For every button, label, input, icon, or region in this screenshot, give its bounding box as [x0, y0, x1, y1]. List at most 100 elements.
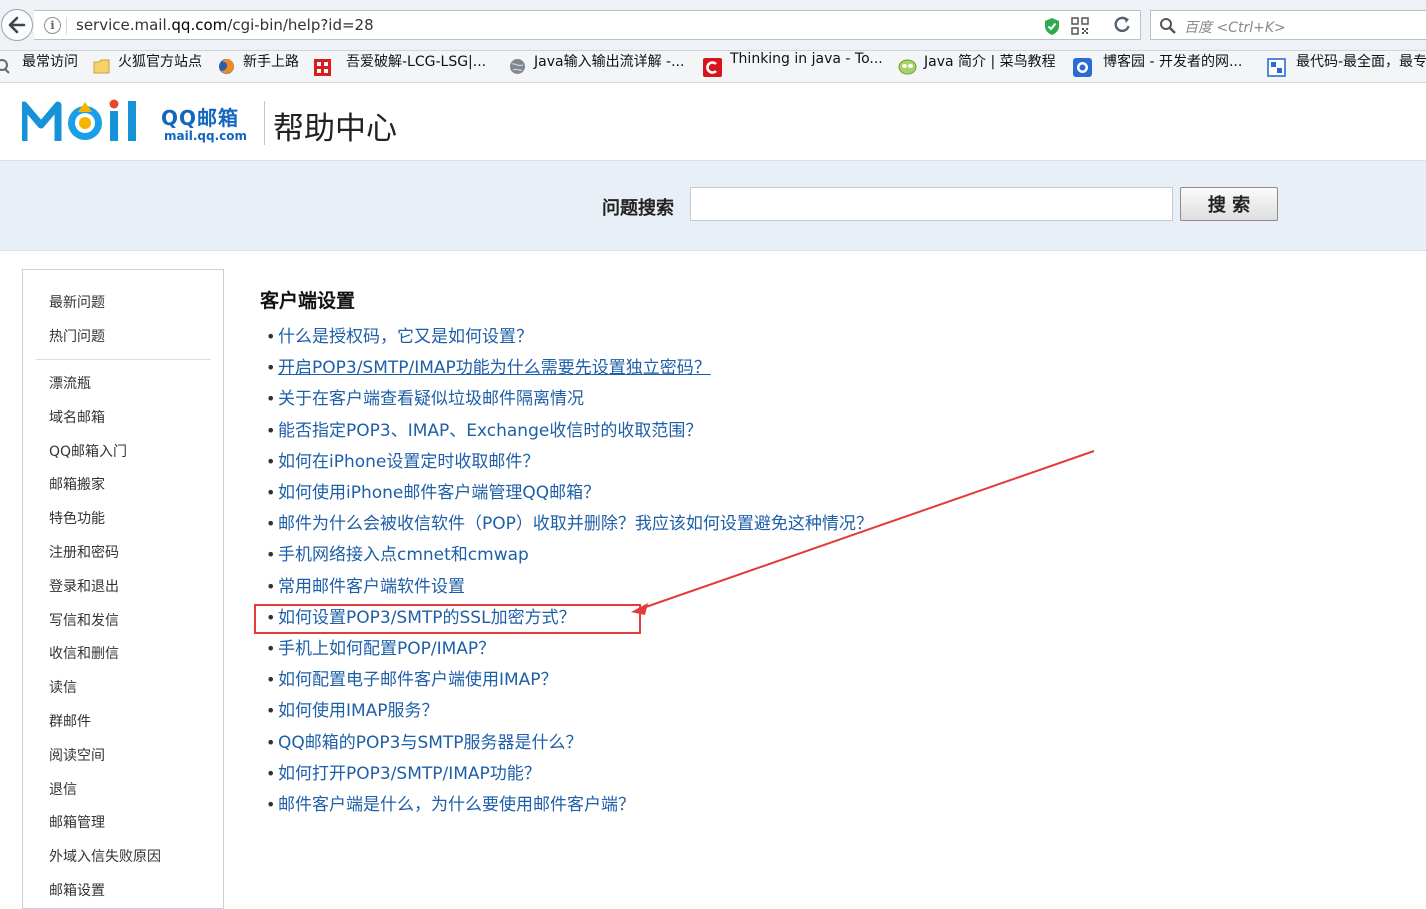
question-link[interactable]: 什么是授权码，它又是如何设置？ — [278, 327, 533, 347]
question-link[interactable]: QQ邮箱的POP3与SMTP服务器是什么？ — [278, 733, 583, 753]
globe-icon — [509, 58, 526, 75]
address-bar[interactable]: i service.mail.qq.com/cgi-bin/help?id=28 — [34, 10, 1141, 40]
bullet: • — [266, 701, 276, 721]
question-link[interactable]: 邮件客户端是什么，为什么要使用邮件客户端？ — [278, 795, 635, 815]
sidebar-item[interactable]: 热门问题 — [49, 326, 105, 346]
question-item: • 邮件客户端是什么，为什么要使用邮件客户端？ — [266, 790, 635, 820]
question-search-input[interactable] — [690, 187, 1173, 221]
question-item: • 常用邮件客户端软件设置 — [266, 572, 465, 602]
zuidaima-icon — [1267, 58, 1286, 77]
bookmark-item[interactable]: Java输入输出流详解 -... — [534, 51, 684, 82]
bullet: • — [266, 483, 276, 502]
bookmark-item[interactable]: Thinking in java - To... — [730, 51, 883, 82]
url-separator — [66, 17, 67, 35]
question-link[interactable]: 如何在iPhone设置定时收取邮件？ — [278, 452, 539, 472]
highlight-box — [254, 604, 641, 634]
search-button[interactable]: 搜 索 — [1180, 187, 1278, 221]
bookmark-item[interactable]: 最代码-最全面，最专 — [1296, 51, 1426, 82]
question-item: • 如何使用IMAP服务？ — [266, 696, 439, 726]
page-title: 帮助中心 — [273, 111, 397, 147]
browser-toolbar: i service.mail.qq.com/cgi-bin/help?id=28… — [0, 0, 1426, 51]
info-icon[interactable]: i — [44, 17, 61, 34]
bullet: • — [266, 576, 276, 596]
bullet: • — [266, 389, 276, 409]
question-link[interactable]: 能否指定POP3、IMAP、Exchange收信时的收取范围？ — [278, 421, 702, 441]
section-title: 客户端设置 — [260, 290, 356, 312]
question-item: • 手机上如何配置POP/IMAP？ — [266, 634, 495, 664]
question-item: • 如何配置电子邮件客户端使用IMAP？ — [266, 665, 558, 695]
bookmarks-toolbar: 最常访问 火狐官方站点 新手上路 吾爱破解-LCG-LSG|... Java输入… — [0, 51, 1426, 83]
back-button[interactable] — [1, 9, 33, 41]
question-item: • 如何使用iPhone邮件客户端管理QQ邮箱？ — [266, 478, 600, 508]
header-divider — [264, 101, 265, 145]
logo-text: QQ邮箱 — [161, 106, 240, 130]
question-item: • 开启POP3/SMTP/IMAP功能为什么需要先设置独立密码？ — [266, 353, 711, 383]
sidebar-item[interactable]: 漂流瓶 — [49, 373, 91, 393]
bullet: • — [266, 670, 276, 690]
sidebar: 最新问题热门问题漂流瓶域名邮箱 QQ邮箱入门 邮箱搬家特色功能注册和密码登录和退出写… — [22, 269, 224, 909]
bookmark-item[interactable]: 火狐官方站点 — [118, 51, 202, 82]
sidebar-item[interactable]: 注册和密码 — [49, 542, 119, 562]
search-icon — [1160, 18, 1176, 34]
reload-icon[interactable] — [1112, 15, 1132, 35]
sidebar-item[interactable]: 登录和退出 — [49, 576, 119, 596]
sidebar-item[interactable]: 读信 — [49, 677, 77, 697]
sidebar-item[interactable]: 邮箱设置 — [49, 880, 105, 900]
runoob-icon — [898, 58, 917, 75]
browser-search-box[interactable]: 百度 <Ctrl+K> — [1150, 10, 1426, 40]
question-link[interactable]: 如何使用IMAP服务？ — [278, 701, 439, 721]
cnblogs-icon — [1073, 58, 1092, 77]
question-item: • 能否指定POP3、IMAP、Exchange收信时的收取范围？ — [266, 416, 702, 446]
question-link[interactable]: 关于在客户端查看疑似垃圾邮件隔离情况 — [278, 389, 584, 409]
qr-code-icon[interactable] — [1071, 17, 1089, 35]
bullet: • — [266, 545, 276, 565]
question-link[interactable]: 邮件为什么会被收信软件（POP）收取并删除？我应该如何设置避免这种情况？ — [278, 514, 873, 534]
bullet: • — [266, 451, 276, 471]
bookmark-item[interactable]: Java 简介 | 菜鸟教程 — [924, 51, 1056, 82]
sidebar-item[interactable]: 阅读空间 — [49, 745, 105, 765]
question-item: • QQ邮箱的POP3与SMTP服务器是什么？ — [266, 728, 583, 758]
mail-logo-icon[interactable] — [22, 99, 156, 144]
question-link[interactable]: 如何使用iPhone邮件客户端管理QQ邮箱？ — [278, 483, 600, 503]
question-item: • 邮件为什么会被收信软件（POP）收取并删除？我应该如何设置避免这种情况？ — [266, 509, 873, 539]
search-band: 问题搜索 搜 索 — [0, 160, 1426, 251]
bookmark-item[interactable]: 博客园 - 开发者的网... — [1103, 51, 1242, 82]
question-link[interactable]: 如何配置电子邮件客户端使用IMAP？ — [278, 670, 558, 690]
question-item: • 手机网络接入点cmnet和cmwap — [266, 540, 529, 570]
sidebar-item[interactable]: 退信 — [49, 779, 77, 799]
back-arrow-icon — [8, 16, 26, 34]
shield-icon[interactable] — [1043, 17, 1061, 36]
question-link[interactable]: 常用邮件客户端软件设置 — [278, 577, 465, 597]
question-item: • 如何打开POP3/SMTP/IMAP功能？ — [266, 759, 541, 789]
sidebar-item[interactable]: 域名邮箱 — [49, 407, 105, 427]
most-visited-icon — [0, 58, 11, 75]
sidebar-item[interactable]: 写信和发信 — [49, 610, 119, 630]
sidebar-item[interactable]: 最新问题 — [49, 292, 105, 312]
csdn-icon — [703, 58, 722, 77]
sidebar-item[interactable]: 外域入信失败原因 — [49, 846, 161, 866]
sidebar-item[interactable]: 群邮件 — [49, 711, 91, 731]
sidebar-item[interactable]: 邮箱搬家 — [49, 474, 105, 494]
page-header: QQ邮箱 mail.qq.com 帮助中心 — [0, 83, 1426, 160]
bullet: • — [266, 420, 276, 440]
question-item: • 如何在iPhone设置定时收取邮件？ — [266, 447, 539, 477]
firefox-icon — [218, 58, 235, 75]
question-link[interactable]: 开启POP3/SMTP/IMAP功能为什么需要先设置独立密码？ — [278, 358, 711, 378]
bullet: • — [266, 639, 276, 658]
question-item: • 什么是授权码，它又是如何设置？ — [266, 322, 533, 352]
question-link[interactable]: 手机上如何配置POP/IMAP？ — [278, 639, 495, 659]
question-link[interactable]: 手机网络接入点cmnet和cmwap — [278, 545, 529, 565]
question-link[interactable]: 如何打开POP3/SMTP/IMAP功能？ — [278, 764, 541, 784]
site-icon — [313, 58, 331, 76]
bookmark-item[interactable]: 最常访问 — [22, 51, 78, 82]
browser-search-placeholder: 百度 <Ctrl+K> — [1184, 20, 1286, 36]
url-text[interactable]: service.mail.qq.com/cgi-bin/help?id=28 — [76, 16, 374, 34]
sidebar-item[interactable]: 收信和删信 — [49, 643, 119, 663]
bullet: • — [266, 514, 276, 534]
sidebar-item[interactable]: QQ邮箱入门 — [49, 441, 127, 461]
bookmark-item[interactable]: 新手上路 — [243, 51, 299, 82]
sidebar-item[interactable]: 特色功能 — [49, 508, 105, 528]
sidebar-item[interactable]: 邮箱管理 — [49, 812, 105, 832]
logo-domain: mail.qq.com — [164, 129, 247, 143]
bookmark-item[interactable]: 吾爱破解-LCG-LSG|... — [346, 51, 486, 82]
